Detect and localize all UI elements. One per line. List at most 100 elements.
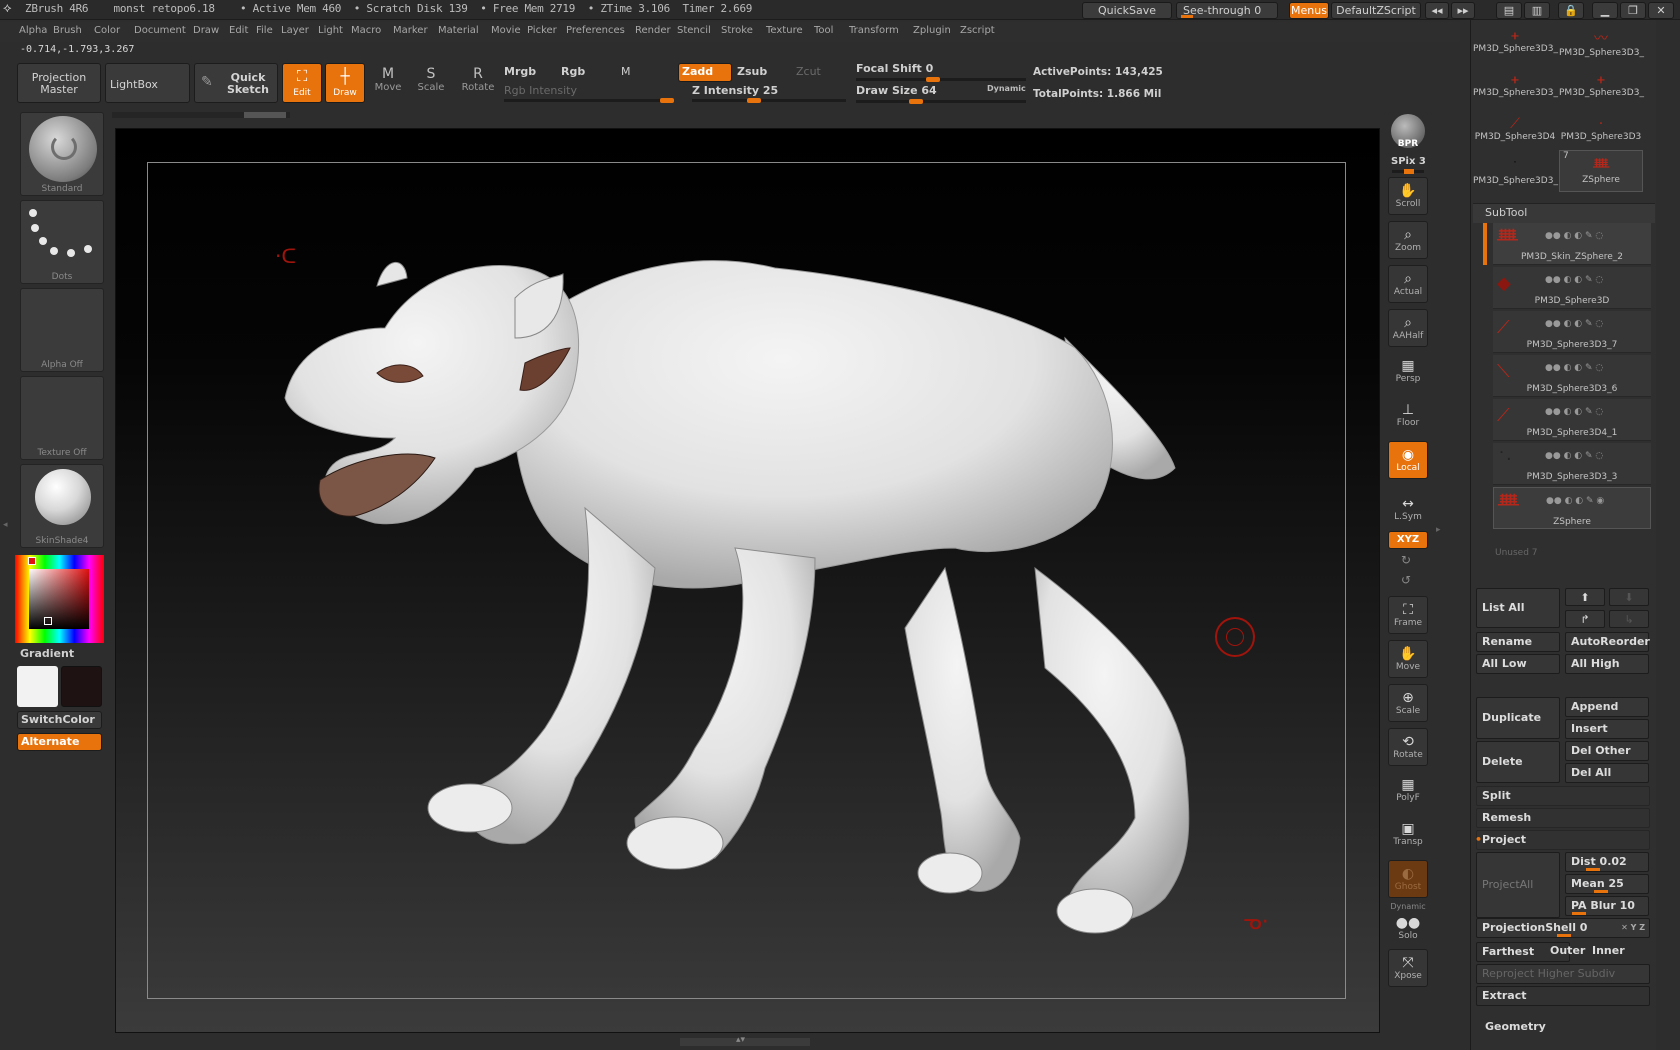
menu-preferences[interactable]: Preferences [566, 25, 625, 36]
draw-mode-button[interactable]: ┼ Draw [325, 63, 365, 103]
del-other-button[interactable]: Del Other [1565, 741, 1649, 761]
outer-button[interactable]: Outer [1545, 942, 1585, 962]
rotate-z-icon[interactable]: ↺ [1401, 573, 1411, 587]
move-down-icon[interactable]: ⬇ [1609, 588, 1649, 606]
menu-material[interactable]: Material [438, 25, 479, 36]
persp-button[interactable]: ▦ Persp [1388, 353, 1428, 391]
tool-thumb[interactable]: ᚐ PM3D_Sphere3D3_ [1559, 66, 1644, 108]
menu-alpha[interactable]: Alpha [19, 25, 47, 36]
polyf-button[interactable]: ▦ PolyF [1388, 772, 1428, 810]
tool-thumb[interactable]: ᚐ PM3D_Sphere3D3_ [1473, 66, 1558, 108]
subtool-toggle-icons[interactable]: ●● ◐ ◐ ✎ ◌ [1545, 319, 1603, 329]
rename-button[interactable]: Rename [1476, 632, 1560, 652]
transp-button[interactable]: ▣ Transp [1388, 816, 1428, 854]
bpr-button[interactable]: BPR [1388, 112, 1428, 156]
subtool-row[interactable]: ⟋ ●● ◐ ◐ ✎ ◌ PM3D_Sphere3D3_7 [1493, 311, 1651, 353]
extract-section[interactable]: Extract [1476, 986, 1650, 1006]
all-high-button[interactable]: All High [1565, 654, 1649, 674]
ghost-button[interactable]: ◐ Ghost [1388, 860, 1428, 898]
tool-thumb[interactable]: ˙ PM3D_Sphere3D3_ [1473, 154, 1558, 196]
layout-icon[interactable]: ▤ [1496, 2, 1522, 19]
lock-icon[interactable]: 🔒 [1558, 2, 1584, 19]
split-section[interactable]: Split [1476, 786, 1650, 806]
layout-alt-icon[interactable]: ▥ [1524, 2, 1550, 19]
scale-view-button[interactable]: ⊕ Scale [1388, 684, 1428, 722]
main-color-swatch[interactable] [17, 666, 58, 707]
color-saturation-square[interactable] [29, 569, 89, 629]
subtool-header[interactable]: SubTool [1473, 203, 1655, 223]
menu-transform[interactable]: Transform [849, 25, 899, 36]
switchcolor-button[interactable]: SwitchColor [17, 711, 102, 729]
insert-button[interactable]: Insert [1565, 719, 1649, 739]
brush-selector[interactable]: Standard [20, 112, 104, 196]
lsym-button[interactable]: ↔ L.Sym [1388, 491, 1428, 529]
focal-shift-slider[interactable] [856, 77, 1026, 82]
color-picker[interactable] [15, 555, 104, 643]
draw-size-slider[interactable] [856, 99, 1026, 104]
menu-stroke[interactable]: Stroke [721, 25, 753, 36]
subtool-toggle-icons[interactable]: ●● ◐ ◐ ✎ ◉ [1546, 496, 1604, 506]
color-marker[interactable] [44, 617, 52, 625]
menu-light[interactable]: Light [318, 25, 343, 36]
menu-zscript[interactable]: Zscript [960, 25, 995, 36]
duplicate-button[interactable]: Duplicate [1476, 697, 1560, 739]
mrgb-button[interactable]: Mrgb [504, 65, 536, 78]
menu-draw[interactable]: Draw [193, 25, 219, 36]
menu-brush[interactable]: Brush [53, 25, 82, 36]
subtool-row[interactable]: ⟍ ●● ◐ ◐ ✎ ◌ PM3D_Sphere3D3_6 [1493, 355, 1651, 397]
append-button[interactable]: Append [1565, 697, 1649, 717]
menu-marker[interactable]: Marker [393, 25, 428, 36]
minimize-icon[interactable]: ▁ [1592, 2, 1618, 19]
menu-layer[interactable]: Layer [281, 25, 309, 36]
menu-movie[interactable]: Movie [491, 25, 521, 36]
scroll-left-icon[interactable]: ◂◂ [1425, 2, 1449, 19]
scroll-right-icon[interactable]: ▸▸ [1451, 2, 1475, 19]
rgb-button[interactable]: Rgb [561, 65, 585, 78]
mean-slider[interactable]: Mean 25 [1565, 874, 1649, 894]
menu-edit[interactable]: Edit [229, 25, 248, 36]
solo-button[interactable]: ●● Solo [1388, 910, 1428, 944]
spix-slider[interactable] [1392, 169, 1424, 174]
default-zscript-button[interactable]: DefaultZScript [1331, 2, 1421, 19]
edit-mode-button[interactable]: ⛶ Edit [282, 63, 322, 103]
subtool-toggle-icons[interactable]: ●● ◐ ◐ ✎ ◌ [1545, 363, 1603, 373]
remesh-section[interactable]: Remesh [1476, 808, 1650, 828]
move-mode-button[interactable]: M Move [370, 66, 406, 93]
dynamic-toggle[interactable]: Dynamic [987, 84, 1026, 93]
all-low-button[interactable]: All Low [1476, 654, 1560, 674]
frame-button[interactable]: ⛶ Frame [1388, 596, 1428, 634]
z-intensity-slider[interactable] [692, 98, 846, 103]
delete-button[interactable]: Delete [1476, 741, 1560, 783]
local-button[interactable]: ◉ Local [1388, 441, 1428, 479]
arrow-icon[interactable]: ↱ [1565, 610, 1605, 628]
quick-sketch-button[interactable]: ✎ Quick Sketch [194, 63, 278, 103]
right-collapse-icon[interactable]: ▸ [1436, 525, 1441, 535]
project-section[interactable]: • Project [1475, 830, 1650, 850]
tray-scroll-thumb[interactable] [244, 112, 286, 118]
arrow-alt-icon[interactable]: ↳ [1609, 610, 1649, 628]
menu-macro[interactable]: Macro [351, 25, 381, 36]
rotate-y-icon[interactable]: ↻ [1401, 553, 1411, 567]
material-selector[interactable]: SkinShade4 [20, 464, 104, 548]
quicksave-button[interactable]: QuickSave [1082, 2, 1172, 19]
maximize-icon[interactable]: ❐ [1620, 2, 1646, 19]
xpose-button[interactable]: ⤧ Xpose [1388, 949, 1428, 987]
texture-selector[interactable]: Texture Off [20, 376, 104, 460]
menu-texture[interactable]: Texture [766, 25, 803, 36]
scroll-button[interactable]: ✋ Scroll [1388, 177, 1428, 215]
aahalf-button[interactable]: ⌕ AAHalf [1388, 309, 1428, 347]
subtool-toggle-icons[interactable]: ●● ◐ ◐ ✎ ◌ [1545, 275, 1603, 285]
zsphere-tool-thumb[interactable]: 7 ᚙ ZSphere [1559, 150, 1643, 192]
menu-picker[interactable]: Picker [527, 25, 557, 36]
subtool-row[interactable]: ◆ ●● ◐ ◐ ✎ ◌ PM3D_Sphere3D [1493, 267, 1651, 309]
alpha-selector[interactable]: Alpha Off [20, 288, 104, 372]
zoom-button[interactable]: ⌕ Zoom [1388, 221, 1428, 259]
hue-marker[interactable] [28, 557, 36, 565]
tool-thumb[interactable]: 〰 PM3D_Sphere3D3_ [1559, 22, 1644, 64]
tool-thumb[interactable]: ᚐ PM3D_Sphere3D3_ [1473, 22, 1558, 64]
subtool-toggle-icons[interactable]: ●● ◐ ◐ ✎ ◌ [1545, 231, 1603, 241]
pa-blur-slider[interactable]: PA Blur 10 [1565, 896, 1649, 916]
subtool-row[interactable]: ⟋ ●● ◐ ◐ ✎ ◌ PM3D_Sphere3D4_1 [1493, 399, 1651, 441]
menu-document[interactable]: Document [134, 25, 186, 36]
rotate-view-button[interactable]: ⟲ Rotate [1388, 728, 1428, 766]
